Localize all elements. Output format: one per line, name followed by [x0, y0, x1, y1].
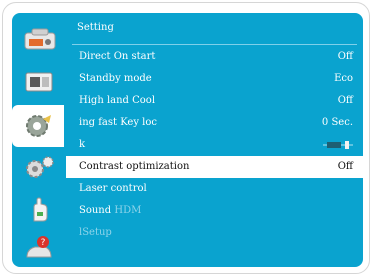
slider-icon[interactable]: [323, 141, 353, 149]
menu-item-contrast-optimization[interactable]: Contrast optimization Off: [66, 156, 363, 178]
title-divider: [72, 44, 357, 45]
sound-label: Sound: [79, 205, 112, 216]
menu-item-label: Laser control: [79, 183, 147, 194]
menu-item-sound[interactable]: Sound HDM: [66, 200, 363, 222]
advanced-gears-icon[interactable]: [14, 147, 66, 189]
menu-item-label: Standby mode: [79, 73, 152, 84]
menu-item-setup: lSetup: [66, 222, 363, 244]
menu-item-value: Off: [337, 95, 353, 106]
menu-item-laser-control[interactable]: Laser control: [66, 178, 363, 200]
menu-item-high-land-cool[interactable]: High land Cool Off: [66, 90, 363, 112]
menu-title-row: Setting: [66, 17, 363, 39]
settings-panel: Setting Direct On start Off Standby mode…: [66, 13, 363, 267]
menu-item-value: Eco: [334, 73, 353, 84]
display-icon[interactable]: [14, 19, 66, 61]
settings-gear-icon[interactable]: [12, 105, 64, 147]
menu-item-label: Direct On start: [79, 51, 156, 62]
menu-item-k[interactable]: k: [66, 134, 363, 156]
menu-item-standby-mode[interactable]: Standby mode Eco: [66, 68, 363, 90]
menu-item-label: Contrast optimization: [79, 161, 190, 172]
osd-menu: ? Setting Direct On start Off Standby mo…: [2, 2, 370, 274]
hand-icon[interactable]: [14, 189, 66, 231]
menu-item-key-lock[interactable]: ing fast Key loc 0 Sec.: [66, 112, 363, 134]
svg-text:?: ?: [41, 238, 46, 248]
menu-item-label: Sound HDM: [79, 200, 141, 222]
screen-icon[interactable]: [14, 62, 66, 104]
menu-item-label: High land Cool: [79, 95, 156, 106]
menu-item-value: Off: [337, 51, 353, 62]
menu-item-direct-on-start[interactable]: Direct On start Off: [66, 46, 363, 68]
menu-item-label: k: [79, 139, 86, 150]
menu-item-label: ing fast Key loc: [79, 117, 157, 128]
sound-hdmi-label: HDM: [114, 205, 142, 216]
menu-item-value: Off: [337, 161, 353, 172]
menu-item-value: 0 Sec.: [321, 117, 353, 128]
menu-item-label: lSetup: [79, 227, 112, 238]
menu-sidebar: ?: [12, 13, 66, 267]
menu-title: Setting: [77, 22, 114, 33]
help-icon[interactable]: ?: [14, 227, 66, 269]
